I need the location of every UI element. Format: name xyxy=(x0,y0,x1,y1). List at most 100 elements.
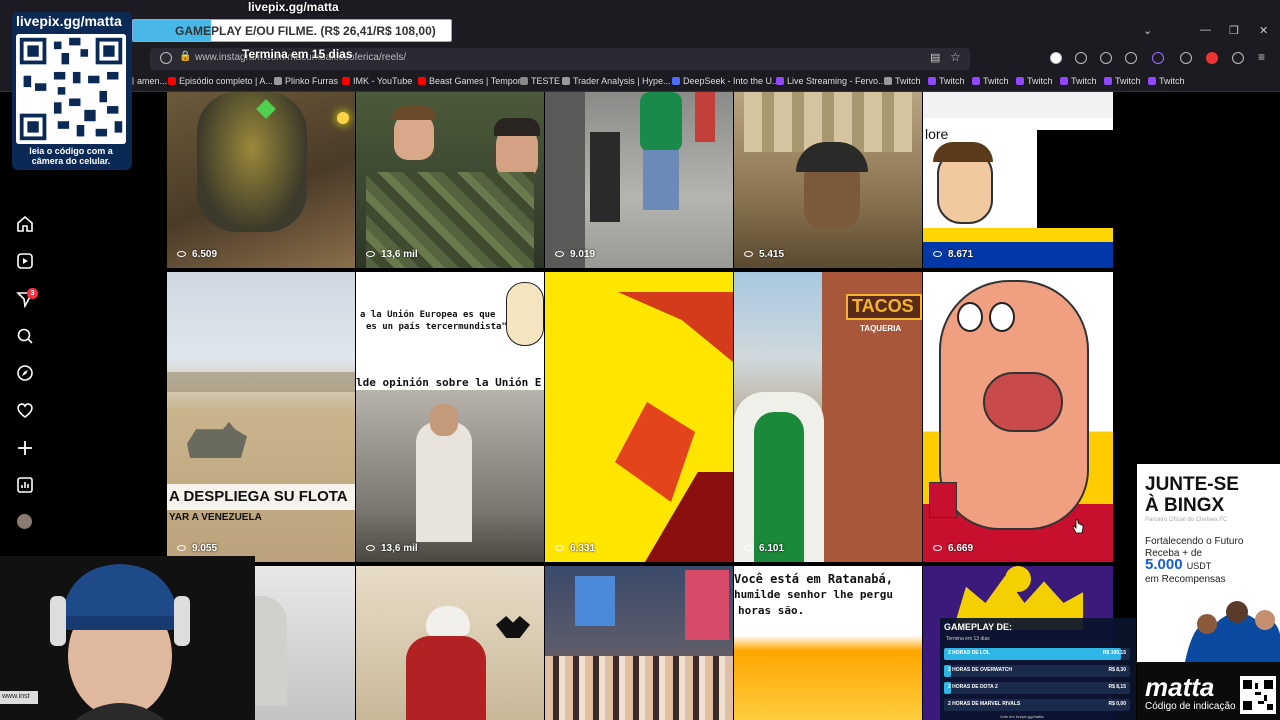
gameplay-option-label: 2 HORAS DE DOTA 2 xyxy=(948,684,998,690)
matta-logo: matta xyxy=(1145,672,1215,702)
taqueria-sign: TAQUERIA xyxy=(860,324,902,333)
gameplay-option-label: 2 HORAS DE LOL xyxy=(948,650,990,656)
bookmark-item[interactable]: Twitch xyxy=(884,76,921,86)
reel-tile[interactable]: 6.509 xyxy=(167,92,355,268)
reel-tile[interactable] xyxy=(545,566,733,720)
dashboard-icon[interactable] xyxy=(16,476,34,494)
menu-icon[interactable]: ≡ xyxy=(1258,50,1265,64)
youtube-icon xyxy=(418,77,426,85)
tab-list-icon[interactable]: ⌄ xyxy=(1143,24,1152,37)
reel-tile[interactable]: Você está em Ratanabá, humilde senhor lh… xyxy=(734,566,922,720)
reel-tile[interactable]: 6.331 xyxy=(545,272,733,562)
bookmark-item[interactable]: Twitch xyxy=(1104,76,1141,86)
pen-extension-icon[interactable] xyxy=(1180,52,1192,64)
bookmark-item[interactable]: Episódio completo | A... xyxy=(168,76,273,86)
reel-caption-3: lde opinión sobre la Unión E xyxy=(356,376,542,389)
minimize-icon[interactable]: — xyxy=(1200,24,1211,36)
bookmark-item[interactable]: DeepSeek - Into the U... xyxy=(672,76,780,86)
twitch-icon xyxy=(928,77,936,85)
bookmark-item[interactable]: Twitch xyxy=(1016,76,1053,86)
create-icon[interactable] xyxy=(16,439,34,457)
speaker-icon[interactable] xyxy=(1125,52,1137,64)
globe-icon xyxy=(274,77,282,85)
gameplay-option-label: 2 HORAS DE MARVEL RIVALS xyxy=(948,701,1021,707)
gameplay-vote-panel: GAMEPLAY DE: Termina em 13 dias 2 HORAS … xyxy=(940,618,1136,720)
maximize-icon[interactable]: ❐ xyxy=(1229,24,1239,37)
tracking-protection-icon[interactable] xyxy=(160,52,172,64)
gameplay-option-row: 2 HORAS DE OVERWATCH R$ 8,30 xyxy=(944,665,1130,677)
reel-tile[interactable]: a la Unión Europea es que es un país ter… xyxy=(356,272,544,562)
lock-icon: 🔒 xyxy=(179,51,192,62)
eye-icon xyxy=(366,251,375,257)
gameplay-vote-deadline: Termina em 13 dias xyxy=(946,636,990,642)
eye-icon xyxy=(555,545,564,551)
reel-tile[interactable]: lore 8.671 xyxy=(923,92,1113,268)
reels-icon[interactable] xyxy=(16,252,34,270)
reel-tile[interactable]: 9.019 xyxy=(545,92,733,268)
extensions-icon[interactable] xyxy=(1075,52,1087,64)
gameplay-vote-title: GAMEPLAY DE: xyxy=(944,622,1013,632)
bookmark-item[interactable]: IMK - YouTube xyxy=(342,76,412,86)
bookmark-item[interactable]: Live Streaming - Fervo... xyxy=(776,76,886,86)
twitch-icon xyxy=(1060,77,1068,85)
gameplay-option-row: 2 HORAS DE LOL R$ 100,15 xyxy=(944,648,1130,660)
bookmark-item[interactable]: Beast Games | Tempor... xyxy=(418,76,528,86)
twitch-icon xyxy=(1016,77,1024,85)
eye-icon xyxy=(744,251,753,257)
deepseek-icon xyxy=(672,77,680,85)
eye-icon xyxy=(177,545,186,551)
reel-views: 13,6 mil xyxy=(366,249,418,260)
gameplay-option-row: 2 HORAS DE DOTA 2 R$ 8,15 xyxy=(944,682,1130,694)
gameplay-vote-footer: Vote em livepix.gg/matta xyxy=(1000,714,1044,719)
reel-tile[interactable]: 6.669 xyxy=(923,272,1113,562)
reel-subcaption: YAR A VENEZUELA xyxy=(169,512,262,523)
bookmark-item[interactable]: Twitch xyxy=(928,76,965,86)
reel-caption: Você está em Ratanabá, xyxy=(734,572,893,586)
adblock-icon[interactable] xyxy=(1206,52,1218,64)
shield-extension-icon[interactable] xyxy=(1100,52,1112,64)
reel-tile[interactable]: 13,6 mil xyxy=(356,92,544,268)
notifications-icon[interactable] xyxy=(16,401,34,419)
reel-views: 5.415 xyxy=(744,249,784,260)
explore-icon[interactable] xyxy=(16,364,34,382)
bookmark-item[interactable]: Twitch xyxy=(972,76,1009,86)
notification-badge: 3 xyxy=(27,288,38,299)
referral-qr-code xyxy=(1240,676,1276,714)
reel-tile[interactable]: TACOS TAQUERIA 6.101 xyxy=(734,272,922,562)
players-image xyxy=(1185,601,1280,662)
donation-goal-deadline: Termina em 15 dias xyxy=(242,47,353,61)
bookmark-item[interactable]: amen... xyxy=(126,76,167,86)
gameplay-option-row: 2 HORAS DE MARVEL RIVALS R$ 0,00 xyxy=(944,699,1130,711)
youtube-icon xyxy=(168,77,176,85)
reel-caption: a la Unión Europea es que xyxy=(360,310,496,320)
donation-goal-bar: GAMEPLAY E/OU FILME. (R$ 26,41/R$ 108,00… xyxy=(132,19,452,42)
matta-referral-caption: Código de indicação xyxy=(1145,701,1236,712)
google-extension-icon[interactable] xyxy=(1050,52,1062,64)
reel-tile[interactable] xyxy=(356,566,544,720)
bookmark-star-icon[interactable]: ☆ xyxy=(950,50,961,64)
profile-avatar[interactable] xyxy=(17,514,32,529)
purple-extension-icon[interactable] xyxy=(1152,52,1164,64)
bookmark-item[interactable]: Plinko Furras xyxy=(274,76,338,86)
bookmark-item[interactable]: Twitch xyxy=(1060,76,1097,86)
search-icon[interactable] xyxy=(16,327,34,345)
reel-tile[interactable]: A DESPLIEGA SU FLOTA YAR A VENEZUELA 9.0… xyxy=(167,272,355,562)
account-icon[interactable] xyxy=(1232,52,1244,64)
home-icon[interactable] xyxy=(16,215,34,233)
reel-views: 6.509 xyxy=(177,249,217,260)
livepix-url: livepix.gg/matta xyxy=(248,0,339,14)
reader-mode-icon[interactable]: ▤ xyxy=(930,51,940,64)
reel-tile[interactable]: 5.415 xyxy=(734,92,922,268)
reel-views: 9.019 xyxy=(555,249,595,260)
reel-views: 6.669 xyxy=(933,543,973,554)
globe-icon xyxy=(884,77,892,85)
bookmark-item[interactable]: Trader Analysis | Hype... xyxy=(562,76,671,86)
webcam-feed xyxy=(0,556,255,720)
hand-cursor-icon xyxy=(1072,519,1084,534)
bookmark-item[interactable]: TESTE xyxy=(520,76,560,86)
bookmark-item[interactable]: Twitch xyxy=(1148,76,1185,86)
status-bar-url: www.inst xyxy=(0,691,38,704)
eye-icon xyxy=(933,545,942,551)
close-icon[interactable]: ✕ xyxy=(1259,24,1268,37)
browser-toolbar xyxy=(0,46,1280,72)
